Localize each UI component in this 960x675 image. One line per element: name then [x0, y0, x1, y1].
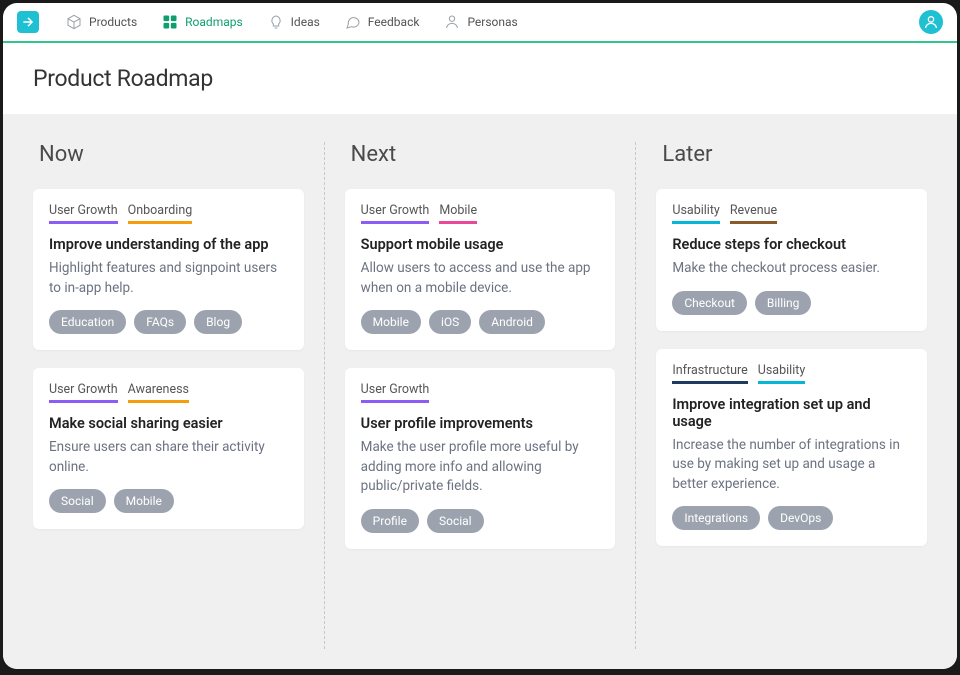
- tag-pill[interactable]: Mobile: [361, 310, 421, 334]
- card-description: Make the checkout process easier.: [672, 259, 911, 279]
- tag-pill[interactable]: Profile: [361, 509, 419, 533]
- title-bar: Product Roadmap: [3, 43, 957, 114]
- tag-pill[interactable]: Education: [49, 310, 126, 334]
- card-tags: Mobile iOS Android: [361, 310, 600, 334]
- card-labels: Usability Revenue: [672, 203, 911, 224]
- card-description: Make the user profile more useful by add…: [361, 438, 600, 497]
- nav-label: Roadmaps: [185, 15, 243, 29]
- tag-pill[interactable]: Checkout: [672, 291, 747, 315]
- card-tags: Integrations DevOps: [672, 506, 911, 530]
- card-description: Highlight features and signpoint users t…: [49, 259, 288, 298]
- card-title: Reduce steps for checkout: [672, 236, 911, 253]
- card-label: Usability: [672, 203, 720, 224]
- card-label: User Growth: [49, 203, 118, 224]
- card-label: Usability: [758, 363, 806, 384]
- chat-icon: [344, 13, 362, 31]
- tag-pill[interactable]: Mobile: [114, 489, 174, 513]
- card-tags: Education FAQs Blog: [49, 310, 288, 334]
- lightbulb-icon: [267, 13, 285, 31]
- user-icon: [923, 14, 939, 30]
- card-label: Mobile: [439, 203, 477, 224]
- card-labels: User Growth Onboarding: [49, 203, 288, 224]
- nav-ideas[interactable]: Ideas: [259, 9, 328, 35]
- nav-products[interactable]: Products: [57, 9, 145, 35]
- board-column: Next User Growth Mobile Support mobile usag…: [325, 142, 637, 649]
- roadmap-card[interactable]: User Growth Mobile Support mobile usage All…: [345, 189, 616, 350]
- tag-pill[interactable]: FAQs: [134, 310, 186, 334]
- page-title: Product Roadmap: [33, 65, 927, 92]
- tag-pill[interactable]: Android: [479, 310, 545, 334]
- board-column: Later Usability Revenue Reduce steps for ch…: [636, 142, 947, 649]
- roadmap-card[interactable]: User Growth User profile improvements Make…: [345, 368, 616, 549]
- nav-personas[interactable]: Personas: [435, 9, 525, 35]
- nav-roadmaps[interactable]: Roadmaps: [153, 9, 251, 35]
- card-description: Allow users to access and use the app wh…: [361, 259, 600, 298]
- tag-pill[interactable]: Blog: [194, 310, 242, 334]
- card-label: User Growth: [361, 382, 430, 403]
- column-title: Next: [351, 142, 616, 167]
- tag-pill[interactable]: Billing: [755, 291, 812, 315]
- card-title: User profile improvements: [361, 415, 600, 432]
- nav-label: Ideas: [291, 15, 320, 29]
- card-labels: User Growth Mobile: [361, 203, 600, 224]
- card-tags: Profile Social: [361, 509, 600, 533]
- card-labels: User Growth Awareness: [49, 382, 288, 403]
- card-description: Increase the number of integrations in u…: [672, 436, 911, 495]
- card-title: Improve understanding of the app: [49, 236, 288, 253]
- card-label: Awareness: [128, 382, 189, 403]
- nav-label: Personas: [467, 15, 517, 29]
- tag-pill[interactable]: DevOps: [768, 506, 833, 530]
- user-avatar[interactable]: [919, 10, 943, 34]
- card-tags: Social Mobile: [49, 489, 288, 513]
- card-labels: Infrastructure Usability: [672, 363, 911, 384]
- nav-label: Products: [89, 15, 137, 29]
- board-column: Now User Growth Onboarding Improve understa…: [13, 142, 325, 649]
- card-labels: User Growth: [361, 382, 600, 403]
- card-tags: Checkout Billing: [672, 291, 911, 315]
- tag-pill[interactable]: Social: [49, 489, 106, 513]
- roadmap-card[interactable]: User Growth Awareness Make social sharing …: [33, 368, 304, 529]
- nav-label: Feedback: [368, 15, 420, 29]
- card-label: Infrastructure: [672, 363, 747, 384]
- top-nav: Products Roadmaps Ideas Feedback Persona: [3, 3, 957, 43]
- card-label: Revenue: [730, 203, 777, 224]
- cube-icon: [65, 13, 83, 31]
- card-label: User Growth: [361, 203, 430, 224]
- roadmap-card[interactable]: User Growth Onboarding Improve understandi…: [33, 189, 304, 350]
- nav-feedback[interactable]: Feedback: [336, 9, 428, 35]
- arrow-icon: [21, 15, 35, 29]
- card-label: Onboarding: [128, 203, 193, 224]
- card-title: Support mobile usage: [361, 236, 600, 253]
- column-title: Now: [39, 142, 304, 167]
- roadmap-card[interactable]: Infrastructure Usability Improve integrati…: [656, 349, 927, 547]
- app-logo[interactable]: [17, 11, 39, 33]
- column-title: Later: [662, 142, 927, 167]
- card-label: User Growth: [49, 382, 118, 403]
- card-title: Make social sharing easier: [49, 415, 288, 432]
- person-icon: [443, 13, 461, 31]
- tag-pill[interactable]: Social: [427, 509, 484, 533]
- roadmap-card[interactable]: Usability Revenue Reduce steps for checkou…: [656, 189, 927, 331]
- card-title: Improve integration set up and usage: [672, 396, 911, 430]
- tag-pill[interactable]: Integrations: [672, 506, 760, 530]
- roadmap-board: Now User Growth Onboarding Improve understa…: [3, 114, 957, 669]
- card-description: Ensure users can share their activity on…: [49, 438, 288, 477]
- tag-pill[interactable]: iOS: [429, 310, 471, 334]
- app-frame: Products Roadmaps Ideas Feedback Persona: [3, 3, 957, 669]
- grid-icon: [161, 13, 179, 31]
